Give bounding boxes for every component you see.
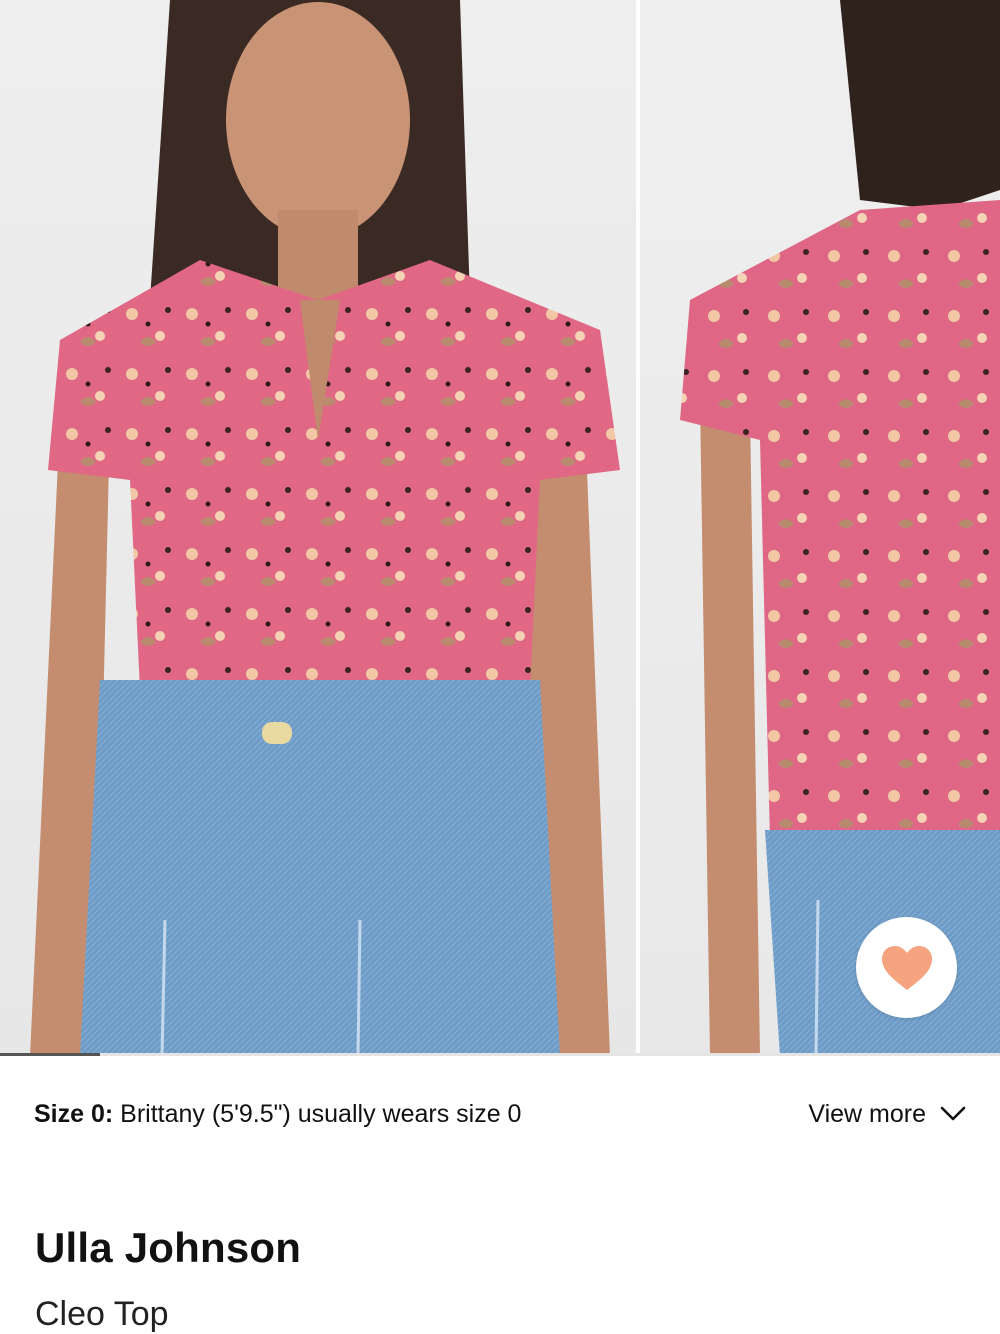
model-size-description: Brittany (5'9.5") usually wears size 0 xyxy=(113,1099,522,1128)
view-more-button[interactable]: View more xyxy=(808,1100,966,1129)
heart-icon xyxy=(881,945,932,990)
product-photo-back[interactable] xyxy=(640,0,1000,1056)
gallery-progress-track xyxy=(0,1053,1000,1056)
model-size-text: Size 0: Brittany (5'9.5") usually wears … xyxy=(34,1100,521,1129)
product-name: Cleo Top xyxy=(35,1295,169,1333)
size-label: Size 0: xyxy=(34,1099,114,1128)
chevron-down-icon xyxy=(940,1106,966,1121)
favorite-button[interactable] xyxy=(856,917,957,1018)
model-front-illustration xyxy=(30,0,620,1056)
product-image-gallery[interactable] xyxy=(0,0,1000,1056)
brand-name[interactable]: Ulla Johnson xyxy=(35,1224,301,1272)
size-info-row: Size 0: Brittany (5'9.5") usually wears … xyxy=(34,1096,966,1132)
product-photo-front[interactable] xyxy=(0,0,636,1056)
view-more-label: View more xyxy=(808,1099,926,1128)
gallery-progress-indicator xyxy=(0,1053,100,1056)
model-back-illustration xyxy=(680,0,1000,1056)
